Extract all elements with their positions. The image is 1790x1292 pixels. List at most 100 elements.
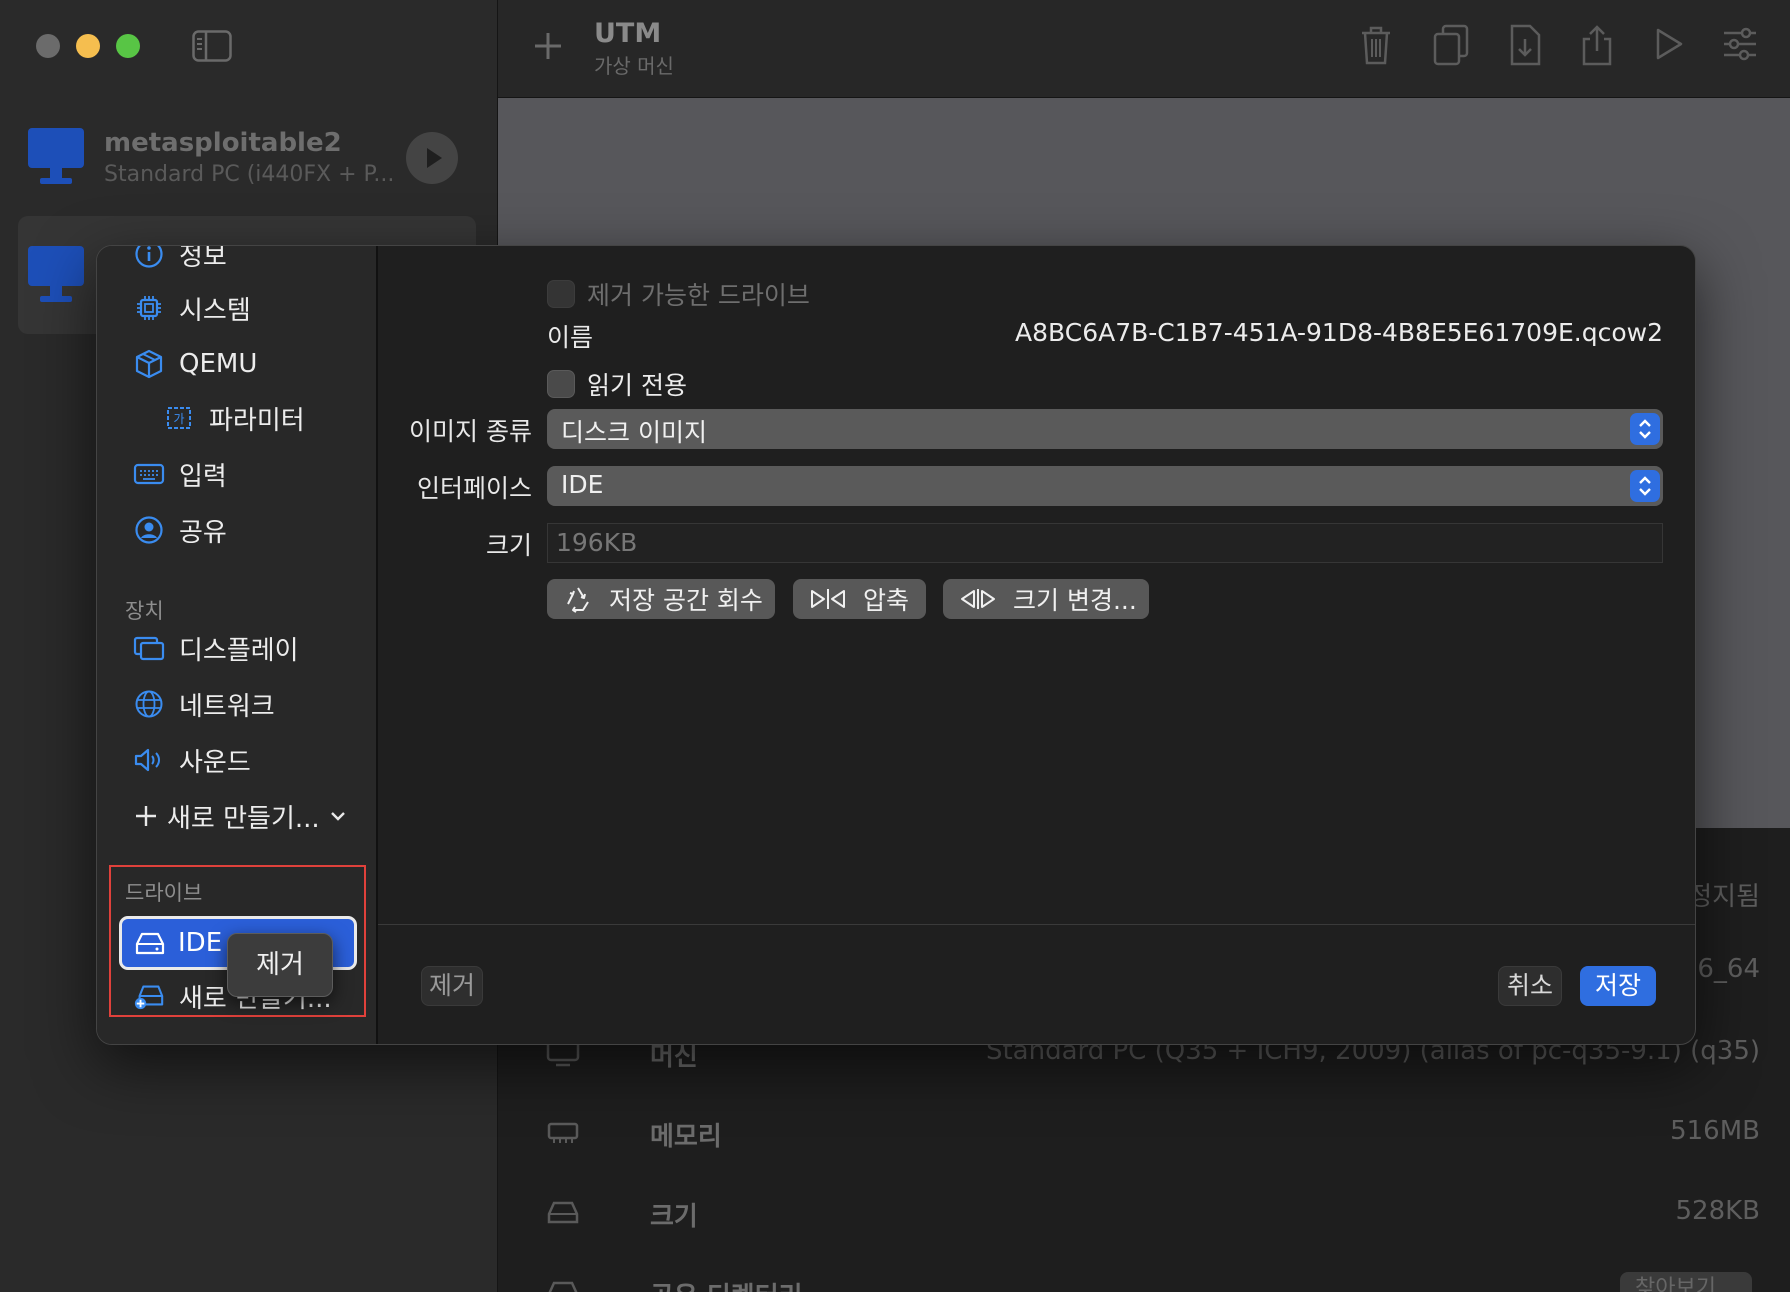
memory-row: 메모리 516MB [538, 1112, 1760, 1152]
new-device-button[interactable]: 새로 만들기... [133, 796, 346, 836]
clone-icon[interactable] [1432, 24, 1470, 66]
globe-icon [133, 688, 165, 720]
removable-drive-label: 제거 가능한 드라이브 [587, 281, 810, 310]
add-drive-icon [133, 980, 165, 1012]
vm-name: metasploitable2 [104, 128, 342, 158]
read-only-label: 읽기 전용 [587, 371, 687, 400]
name-label: 이름 [547, 323, 594, 352]
reclaim-space-button[interactable]: 저장 공간 회수 [547, 579, 775, 619]
settings-sidebar: 정보 시스템 QEMU 가 파라미터 입력 공유 장치 디스플레이 네트워크 사… [97, 245, 378, 1044]
share-icon[interactable] [1580, 24, 1614, 66]
memory-chip-icon [546, 1118, 580, 1146]
sidebar-item-label: 파라미터 [209, 405, 305, 436]
add-vm-button[interactable] [532, 30, 564, 62]
size-value: 528KB [1675, 1196, 1760, 1226]
size-label: 크기 [650, 1202, 698, 1232]
sidebar-item-label: QEMU [179, 349, 258, 379]
monitor-icon [26, 244, 86, 306]
size-label: 크기 [485, 531, 532, 560]
trash-icon[interactable] [1358, 24, 1394, 66]
drive-label: IDE [178, 928, 223, 958]
sidebar-item-label: 디스플레이 [179, 635, 299, 666]
sidebar-item-label: 정보 [179, 245, 227, 272]
monitor-icon [26, 126, 86, 188]
sidebar-item-input[interactable]: 입력 [133, 454, 227, 494]
chevron-updown-icon [1630, 470, 1660, 502]
run-icon[interactable] [1654, 24, 1684, 64]
vm-subtitle: Standard PC (i440FX + P... [104, 162, 395, 187]
drive-icon [546, 1198, 580, 1226]
resize-label: 크기 변경... [1013, 586, 1137, 615]
settings-sliders-icon[interactable] [1722, 24, 1758, 64]
resize-icon [961, 589, 995, 609]
sidebar-item-sharing[interactable]: 공유 [133, 510, 227, 550]
chevron-down-icon [330, 810, 346, 822]
new-device-label: 새로 만들기... [167, 803, 320, 834]
browse-button[interactable]: 찾아보기... [1620, 1272, 1752, 1292]
image-type-select[interactable]: 디스크 이미지 [547, 409, 1663, 449]
parameter-icon: 가 [163, 402, 195, 434]
read-only-checkbox[interactable] [547, 370, 575, 398]
interface-select[interactable]: IDE [547, 466, 1663, 506]
drives-section-header: 드라이브 [125, 881, 203, 905]
interface-value: IDE [561, 470, 604, 499]
window-close-button[interactable] [36, 34, 60, 58]
window-toolbar: UTM 가상 머신 [498, 0, 1790, 98]
person-circle-icon [133, 514, 165, 546]
cpu-icon [133, 292, 165, 324]
sidebar-item-network[interactable]: 네트워크 [133, 684, 275, 724]
save-button[interactable]: 저장 [1580, 966, 1656, 1006]
compress-button[interactable]: 압축 [793, 579, 926, 619]
app-title: UTM [594, 18, 662, 49]
remove-button[interactable]: 제거 [421, 966, 483, 1006]
devices-section-header: 장치 [125, 599, 164, 623]
context-menu-remove-item[interactable]: 제거 [227, 933, 333, 997]
sidebar-toggle-icon[interactable] [192, 30, 232, 62]
memory-label: 메모리 [650, 1122, 722, 1152]
app-subtitle: 가상 머신 [594, 54, 674, 78]
memory-value: 516MB [1670, 1116, 1760, 1146]
cube-icon [133, 348, 165, 380]
sidebar-item-label: 네트워크 [179, 691, 275, 722]
sidebar-item-qemu[interactable]: QEMU [133, 344, 257, 384]
drive-icon [546, 1278, 580, 1292]
drive-icon [134, 929, 166, 957]
sidebar-item-label: 시스템 [179, 295, 251, 326]
footer-divider [378, 924, 1695, 925]
reclaim-space-label: 저장 공간 회수 [609, 586, 763, 615]
status-value: 정지됨 [1688, 882, 1760, 912]
interface-label: 인터페이스 [416, 474, 532, 503]
vm-play-button[interactable] [406, 132, 458, 184]
display-icon [133, 632, 165, 664]
svg-text:가: 가 [173, 412, 184, 426]
cancel-button[interactable]: 취소 [1498, 966, 1562, 1006]
sidebar-item-label: 사운드 [179, 747, 251, 778]
size-row: 크기 528KB [538, 1192, 1760, 1232]
window-zoom-button[interactable] [116, 34, 140, 58]
download-doc-icon[interactable] [1508, 24, 1542, 66]
recycle-icon [567, 587, 589, 613]
sidebar-item-system[interactable]: 시스템 [133, 288, 251, 328]
shared-directory-label: 공유 디렉터리 [650, 1276, 803, 1292]
sidebar-item-parameters[interactable]: 가 파라미터 [163, 398, 305, 438]
plus-icon [133, 800, 159, 832]
sidebar-item-display[interactable]: 디스플레이 [133, 628, 299, 668]
resize-button[interactable]: 크기 변경... [943, 579, 1149, 619]
window-minimize-button[interactable] [76, 34, 100, 58]
sidebar-item-label: 공유 [179, 517, 227, 548]
image-type-label: 이미지 종류 [409, 417, 532, 446]
sidebar-item-label: 입력 [179, 461, 227, 492]
name-value: A8BC6A7B-C1B7-451A-91D8-4B8E5E61709E.qco… [1015, 318, 1663, 347]
compress-label: 압축 [863, 586, 910, 615]
sidebar-item-sound[interactable]: 사운드 [133, 740, 251, 780]
speaker-icon [133, 744, 165, 776]
image-type-value: 디스크 이미지 [561, 418, 707, 447]
keyboard-icon [133, 458, 165, 490]
vm-list-item[interactable]: metasploitable2 Standard PC (i440FX + P.… [18, 98, 476, 216]
size-value: 196KB [556, 528, 638, 557]
compress-icon [811, 589, 845, 609]
sidebar-item-info[interactable]: 정보 [133, 245, 227, 274]
vm-settings-sheet: 정보 시스템 QEMU 가 파라미터 입력 공유 장치 디스플레이 네트워크 사… [96, 245, 1696, 1045]
removable-drive-checkbox[interactable] [547, 280, 575, 308]
info-icon [133, 246, 165, 270]
